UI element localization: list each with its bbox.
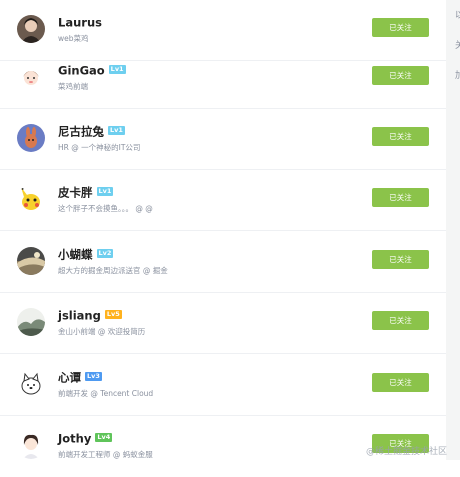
user-name[interactable]: 小蝴蝶 xyxy=(58,248,93,262)
user-name[interactable]: Laurus xyxy=(58,16,102,30)
user-name[interactable]: Jothy xyxy=(58,432,91,446)
anime-avatar[interactable] xyxy=(17,431,45,459)
list-item: 小蝴蝶 Lv2 超大方的掘金周边派送官 @ 掘金 已关注 xyxy=(0,232,446,293)
photo-avatar[interactable] xyxy=(17,15,45,43)
sidebar-edge-text: 以 xyxy=(455,11,460,21)
followed-button[interactable]: 已关注 xyxy=(372,66,429,85)
user-description: 菜鸡前端 xyxy=(58,82,88,91)
sidebar-edge-text: 加 xyxy=(455,71,460,81)
list-item: 皮卡胖 Lv1 这个胖子不会摸鱼。。。 @ @ 已关注 xyxy=(0,170,446,231)
user-description: HR @ 一个神秘的IT公司 xyxy=(58,143,141,152)
level-badge: Lv1 xyxy=(108,126,125,135)
followed-button[interactable]: 已关注 xyxy=(372,311,429,330)
rabbit-avatar[interactable] xyxy=(17,124,45,152)
list-item: GinGao Lv1 菜鸡前端 已关注 xyxy=(0,48,446,109)
level-badge: Lv5 xyxy=(104,310,122,319)
watermark: @稀土掘金技术社区 xyxy=(366,447,448,457)
user-description: 金山小前端 @ 欢迎投简历 xyxy=(58,327,146,336)
level-badge: Lv3 xyxy=(85,372,102,381)
pikachu-avatar[interactable] xyxy=(17,185,45,213)
level-badge: Lv1 xyxy=(96,187,114,196)
level-badge: Lv2 xyxy=(96,249,114,258)
ink-avatar[interactable] xyxy=(17,308,45,336)
user-name[interactable]: 皮卡胖 xyxy=(58,186,93,200)
dog-avatar[interactable] xyxy=(17,370,45,398)
user-description: 前端开发 @ Tencent Cloud xyxy=(58,389,154,398)
level-badge: Lv1 xyxy=(108,65,126,74)
user-name[interactable]: 心谭 xyxy=(58,371,81,385)
list-item: 心谭 Lv3 前端开发 @ Tencent Cloud 已关注 xyxy=(0,355,446,416)
sidebar-edge-text: 关 xyxy=(455,41,460,51)
landscape-avatar[interactable] xyxy=(17,247,45,275)
followed-button[interactable]: 已关注 xyxy=(372,18,429,37)
list-item: 尼古拉兔 Lv1 HR @ 一个神秘的IT公司 已关注 xyxy=(0,109,446,170)
user-description: web菜鸡 xyxy=(58,34,89,43)
list-item: jsliang Lv5 金山小前端 @ 欢迎投简历 已关注 xyxy=(0,293,446,354)
user-description: 前端开发工程师 @ 蚂蚁金服 xyxy=(58,450,153,459)
followed-button[interactable]: 已关注 xyxy=(372,373,429,392)
followed-button[interactable]: 已关注 xyxy=(372,250,429,269)
user-name[interactable]: jsliang xyxy=(58,309,101,323)
girl-avatar[interactable] xyxy=(17,63,45,91)
level-badge: Lv4 xyxy=(95,433,113,442)
user-description: 这个胖子不会摸鱼。。。 @ @ xyxy=(58,204,153,213)
user-name[interactable]: 尼古拉兔 xyxy=(58,125,104,139)
user-description: 超大方的掘金周边派送官 @ 掘金 xyxy=(58,266,168,275)
followed-button[interactable]: 已关注 xyxy=(372,127,429,146)
followed-button[interactable]: 已关注 xyxy=(372,188,429,207)
user-name[interactable]: GinGao xyxy=(58,64,105,78)
